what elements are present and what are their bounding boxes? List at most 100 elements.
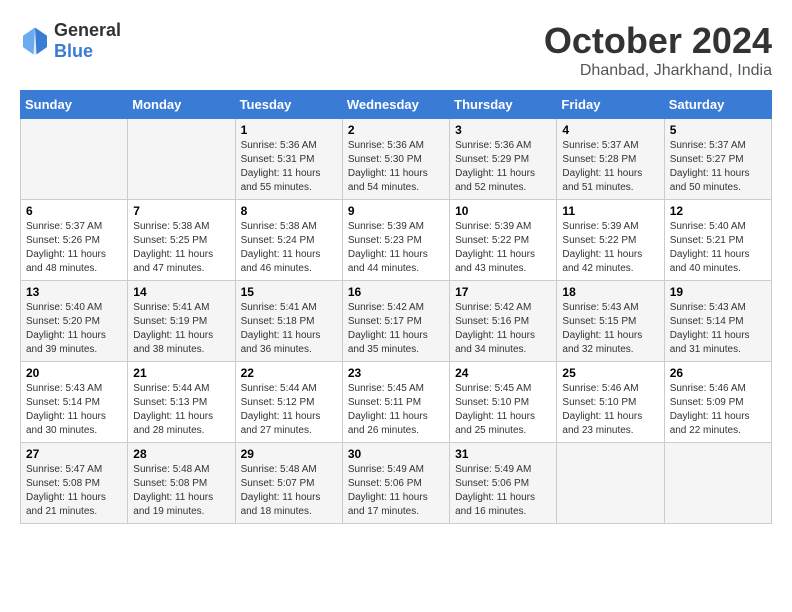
calendar-cell: 10 Sunrise: 5:39 AMSunset: 5:22 PMDayligh… bbox=[450, 200, 557, 281]
day-info: Sunrise: 5:45 AMSunset: 5:11 PMDaylight:… bbox=[348, 382, 444, 438]
calendar-week-row: 27 Sunrise: 5:47 AMSunset: 5:08 PMDayligh… bbox=[21, 443, 772, 524]
calendar-cell: 25 Sunrise: 5:46 AMSunset: 5:10 PMDayligh… bbox=[557, 362, 664, 443]
day-number: 10 bbox=[455, 204, 551, 218]
logo-general: General bbox=[54, 20, 121, 40]
day-info: Sunrise: 5:37 AMSunset: 5:28 PMDaylight:… bbox=[562, 139, 658, 195]
day-number: 2 bbox=[348, 123, 444, 137]
calendar-cell: 4 Sunrise: 5:37 AMSunset: 5:28 PMDaylight… bbox=[557, 119, 664, 200]
calendar-cell: 11Sunrise: 5:39 AMSunset: 5:22 PMDayligh… bbox=[557, 200, 664, 281]
calendar-week-row: 1 Sunrise: 5:36 AMSunset: 5:31 PMDaylight… bbox=[21, 119, 772, 200]
day-info: Sunrise: 5:43 AMSunset: 5:14 PMDaylight:… bbox=[670, 301, 766, 357]
day-info: Sunrise: 5:48 AMSunset: 5:08 PMDaylight:… bbox=[133, 463, 229, 519]
day-number: 4 bbox=[562, 123, 658, 137]
calendar-cell: 16 Sunrise: 5:42 AMSunset: 5:17 PMDayligh… bbox=[342, 281, 449, 362]
day-number: 21 bbox=[133, 366, 229, 380]
day-of-week-header: Sunday bbox=[21, 91, 128, 119]
day-info: Sunrise: 5:48 AMSunset: 5:07 PMDaylight:… bbox=[241, 463, 337, 519]
day-info: Sunrise: 5:45 AMSunset: 5:10 PMDaylight:… bbox=[455, 382, 551, 438]
day-number: 8 bbox=[241, 204, 337, 218]
logo-icon bbox=[20, 26, 50, 56]
day-info: Sunrise: 5:37 AMSunset: 5:27 PMDaylight:… bbox=[670, 139, 766, 195]
month-title: October 2024 bbox=[544, 20, 772, 62]
logo-blue: Blue bbox=[54, 41, 93, 61]
day-info: Sunrise: 5:40 AMSunset: 5:21 PMDaylight:… bbox=[670, 220, 766, 276]
calendar-cell: 20 Sunrise: 5:43 AMSunset: 5:14 PMDayligh… bbox=[21, 362, 128, 443]
day-of-week-header: Thursday bbox=[450, 91, 557, 119]
day-number: 23 bbox=[348, 366, 444, 380]
day-number: 28 bbox=[133, 447, 229, 461]
day-number: 14 bbox=[133, 285, 229, 299]
day-of-week-header: Friday bbox=[557, 91, 664, 119]
calendar-cell: 28 Sunrise: 5:48 AMSunset: 5:08 PMDayligh… bbox=[128, 443, 235, 524]
day-number: 25 bbox=[562, 366, 658, 380]
day-number: 7 bbox=[133, 204, 229, 218]
day-info: Sunrise: 5:36 AMSunset: 5:30 PMDaylight:… bbox=[348, 139, 444, 195]
day-of-week-header: Wednesday bbox=[342, 91, 449, 119]
calendar-cell: 12 Sunrise: 5:40 AMSunset: 5:21 PMDayligh… bbox=[664, 200, 771, 281]
day-number: 16 bbox=[348, 285, 444, 299]
day-number: 5 bbox=[670, 123, 766, 137]
day-info: Sunrise: 5:38 AMSunset: 5:25 PMDaylight:… bbox=[133, 220, 229, 276]
calendar-cell: 1 Sunrise: 5:36 AMSunset: 5:31 PMDaylight… bbox=[235, 119, 342, 200]
day-number: 20 bbox=[26, 366, 122, 380]
calendar-cell: 18Sunrise: 5:43 AMSunset: 5:15 PMDayligh… bbox=[557, 281, 664, 362]
calendar-week-row: 6Sunrise: 5:37 AMSunset: 5:26 PMDaylight… bbox=[21, 200, 772, 281]
calendar-cell: 2 Sunrise: 5:36 AMSunset: 5:30 PMDaylight… bbox=[342, 119, 449, 200]
day-info: Sunrise: 5:38 AMSunset: 5:24 PMDaylight:… bbox=[241, 220, 337, 276]
calendar-week-row: 13 Sunrise: 5:40 AMSunset: 5:20 PMDayligh… bbox=[21, 281, 772, 362]
day-info: Sunrise: 5:47 AMSunset: 5:08 PMDaylight:… bbox=[26, 463, 122, 519]
day-number: 17 bbox=[455, 285, 551, 299]
calendar-cell: 26 Sunrise: 5:46 AMSunset: 5:09 PMDayligh… bbox=[664, 362, 771, 443]
day-info: Sunrise: 5:44 AMSunset: 5:13 PMDaylight:… bbox=[133, 382, 229, 438]
day-number: 27 bbox=[26, 447, 122, 461]
day-info: Sunrise: 5:36 AMSunset: 5:31 PMDaylight:… bbox=[241, 139, 337, 195]
calendar-week-row: 20 Sunrise: 5:43 AMSunset: 5:14 PMDayligh… bbox=[21, 362, 772, 443]
title-block: October 2024 Dhanbad, Jharkhand, India bbox=[544, 20, 772, 80]
day-info: Sunrise: 5:49 AMSunset: 5:06 PMDaylight:… bbox=[348, 463, 444, 519]
day-info: Sunrise: 5:42 AMSunset: 5:17 PMDaylight:… bbox=[348, 301, 444, 357]
day-number: 29 bbox=[241, 447, 337, 461]
day-number: 13 bbox=[26, 285, 122, 299]
day-number: 31 bbox=[455, 447, 551, 461]
calendar-cell bbox=[21, 119, 128, 200]
calendar-cell: 30 Sunrise: 5:49 AMSunset: 5:06 PMDayligh… bbox=[342, 443, 449, 524]
calendar-cell: 23 Sunrise: 5:45 AMSunset: 5:11 PMDayligh… bbox=[342, 362, 449, 443]
day-number: 19 bbox=[670, 285, 766, 299]
calendar-cell: 21 Sunrise: 5:44 AMSunset: 5:13 PMDayligh… bbox=[128, 362, 235, 443]
day-info: Sunrise: 5:36 AMSunset: 5:29 PMDaylight:… bbox=[455, 139, 551, 195]
day-info: Sunrise: 5:49 AMSunset: 5:06 PMDaylight:… bbox=[455, 463, 551, 519]
day-info: Sunrise: 5:42 AMSunset: 5:16 PMDaylight:… bbox=[455, 301, 551, 357]
day-of-week-header: Tuesday bbox=[235, 91, 342, 119]
calendar-cell: 13 Sunrise: 5:40 AMSunset: 5:20 PMDayligh… bbox=[21, 281, 128, 362]
calendar-cell: 8 Sunrise: 5:38 AMSunset: 5:24 PMDaylight… bbox=[235, 200, 342, 281]
calendar-cell: 19 Sunrise: 5:43 AMSunset: 5:14 PMDayligh… bbox=[664, 281, 771, 362]
day-number: 15 bbox=[241, 285, 337, 299]
calendar-cell bbox=[128, 119, 235, 200]
calendar-cell: 29 Sunrise: 5:48 AMSunset: 5:07 PMDayligh… bbox=[235, 443, 342, 524]
calendar-cell: 17 Sunrise: 5:42 AMSunset: 5:16 PMDayligh… bbox=[450, 281, 557, 362]
calendar-cell bbox=[557, 443, 664, 524]
calendar-cell: 24Sunrise: 5:45 AMSunset: 5:10 PMDayligh… bbox=[450, 362, 557, 443]
day-number: 22 bbox=[241, 366, 337, 380]
day-info: Sunrise: 5:46 AMSunset: 5:09 PMDaylight:… bbox=[670, 382, 766, 438]
day-number: 30 bbox=[348, 447, 444, 461]
day-number: 26 bbox=[670, 366, 766, 380]
calendar-cell: 6Sunrise: 5:37 AMSunset: 5:26 PMDaylight… bbox=[21, 200, 128, 281]
day-info: Sunrise: 5:37 AMSunset: 5:26 PMDaylight:… bbox=[26, 220, 122, 276]
day-info: Sunrise: 5:43 AMSunset: 5:14 PMDaylight:… bbox=[26, 382, 122, 438]
day-info: Sunrise: 5:40 AMSunset: 5:20 PMDaylight:… bbox=[26, 301, 122, 357]
calendar-cell: 14 Sunrise: 5:41 AMSunset: 5:19 PMDayligh… bbox=[128, 281, 235, 362]
day-number: 18 bbox=[562, 285, 658, 299]
calendar-cell: 3 Sunrise: 5:36 AMSunset: 5:29 PMDaylight… bbox=[450, 119, 557, 200]
calendar-table: SundayMondayTuesdayWednesdayThursdayFrid… bbox=[20, 90, 772, 524]
day-number: 9 bbox=[348, 204, 444, 218]
day-info: Sunrise: 5:41 AMSunset: 5:19 PMDaylight:… bbox=[133, 301, 229, 357]
day-info: Sunrise: 5:39 AMSunset: 5:22 PMDaylight:… bbox=[562, 220, 658, 276]
calendar-cell: 27 Sunrise: 5:47 AMSunset: 5:08 PMDayligh… bbox=[21, 443, 128, 524]
day-info: Sunrise: 5:46 AMSunset: 5:10 PMDaylight:… bbox=[562, 382, 658, 438]
day-number: 3 bbox=[455, 123, 551, 137]
day-number: 1 bbox=[241, 123, 337, 137]
day-number: 12 bbox=[670, 204, 766, 218]
logo-text: General Blue bbox=[54, 20, 121, 62]
day-info: Sunrise: 5:39 AMSunset: 5:22 PMDaylight:… bbox=[455, 220, 551, 276]
